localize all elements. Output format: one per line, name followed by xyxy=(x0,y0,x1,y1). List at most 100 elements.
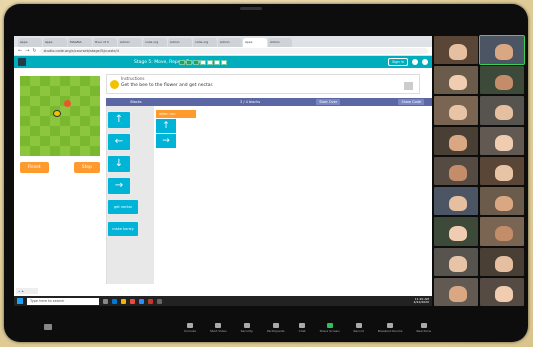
progress-dot[interactable] xyxy=(207,59,213,65)
zoom-level-control[interactable]: − + xyxy=(16,288,38,294)
progress-dots xyxy=(179,59,227,65)
maze-cell xyxy=(30,86,40,96)
address-input[interactable]: studio.code.org/s/courseb/stage/5/puzzle… xyxy=(39,48,428,54)
zoom-control-participants[interactable]: Participants xyxy=(267,323,285,333)
participant-tile[interactable] xyxy=(434,187,478,216)
maze-cell xyxy=(40,126,50,136)
get-nectar-block[interactable]: get nectar xyxy=(108,200,138,214)
participant-tile[interactable] xyxy=(480,247,524,276)
start-over-button[interactable]: Start Over xyxy=(316,99,341,105)
maze-cell xyxy=(20,146,30,156)
progress-dot[interactable] xyxy=(179,59,185,65)
when-run-block[interactable]: when run xyxy=(156,110,196,118)
participant-tile[interactable] xyxy=(434,66,478,95)
program-move-right-block[interactable]: → xyxy=(156,134,176,148)
move-down-block[interactable]: ↓ xyxy=(108,156,130,172)
clock-date: 4/22/2020 xyxy=(413,300,429,304)
back-icon[interactable]: ← xyxy=(18,48,22,54)
move-right-block[interactable]: → xyxy=(108,178,130,194)
program-move-up-block[interactable]: ↑ xyxy=(156,119,176,133)
code-workspace[interactable]: when run ↑ → xyxy=(154,106,432,284)
image-icon[interactable] xyxy=(404,82,413,90)
step-button[interactable]: Step xyxy=(73,162,100,173)
maze-cell xyxy=(80,76,90,86)
menu-icon[interactable] xyxy=(422,59,428,65)
start-menu-icon[interactable] xyxy=(17,298,23,304)
browser-tab[interactable]: Apps xyxy=(18,38,42,47)
app-icon[interactable] xyxy=(157,298,162,304)
browser-tab[interactable]: Admin xyxy=(268,38,292,47)
participant-tile[interactable] xyxy=(434,36,478,65)
maze-cell xyxy=(90,76,100,86)
browser-tab[interactable]: Admin xyxy=(118,38,142,47)
edge-icon[interactable] xyxy=(112,298,117,304)
maze-cell xyxy=(70,76,80,86)
participant-tile[interactable] xyxy=(434,217,478,246)
mute-icon[interactable] xyxy=(44,324,52,330)
participant-tile[interactable] xyxy=(434,126,478,155)
zoom-control-record[interactable]: Record xyxy=(354,323,364,333)
participant-tile[interactable] xyxy=(480,187,524,216)
browser-tab[interactable]: code.org xyxy=(143,38,167,47)
browser-tab[interactable]: Apps xyxy=(43,38,67,47)
browser-tab[interactable]: MAGMA xyxy=(68,38,92,47)
maze-cell xyxy=(80,116,90,126)
maze-cell xyxy=(20,76,30,86)
participant-tile[interactable] xyxy=(434,156,478,186)
zoom-app-icon[interactable] xyxy=(139,298,144,304)
participant-tile[interactable] xyxy=(480,217,524,246)
make-honey-block[interactable]: make honey xyxy=(108,222,138,236)
chrome-icon[interactable] xyxy=(130,298,135,304)
participant-tile[interactable] xyxy=(480,277,524,306)
reload-icon[interactable]: ↻ xyxy=(32,48,36,54)
forward-icon[interactable]: → xyxy=(25,48,29,54)
move-up-block[interactable]: ↑ xyxy=(108,112,130,128)
maze-cell xyxy=(50,96,60,106)
task-view-icon[interactable] xyxy=(103,298,108,304)
file-explorer-icon[interactable] xyxy=(121,298,126,304)
participant-face xyxy=(449,104,467,121)
participant-tile[interactable] xyxy=(434,247,478,276)
taskbar-clock[interactable]: 11:20 AM 4/22/2020 xyxy=(413,297,429,305)
progress-dot[interactable] xyxy=(200,59,206,65)
zoom-control-share-screen[interactable]: Share Screen xyxy=(320,323,340,333)
participant-tile[interactable] xyxy=(480,126,524,155)
participant-tile[interactable] xyxy=(480,66,524,95)
maze-cell xyxy=(60,76,70,86)
help-icon[interactable] xyxy=(412,59,418,65)
progress-dot[interactable] xyxy=(186,59,192,65)
taskbar-search-input[interactable]: Type here to search xyxy=(27,297,99,305)
progress-dot[interactable] xyxy=(221,59,227,65)
browser-tab[interactable]: Apps xyxy=(243,38,267,47)
office-icon[interactable] xyxy=(148,298,153,304)
participant-tile[interactable] xyxy=(480,156,524,186)
participant-tile[interactable] xyxy=(480,96,524,125)
show-code-button[interactable]: Show Code xyxy=(398,99,424,105)
zoom-control-unmute[interactable]: Unmute xyxy=(184,323,196,333)
zoom-control-reactions[interactable]: Reactions xyxy=(416,323,431,333)
instructions-title: Instructions xyxy=(121,76,145,81)
browser-tab[interactable]: Admin xyxy=(168,38,192,47)
browser-tab[interactable]: Admin xyxy=(218,38,242,47)
instructions-panel: Instructions Get the bee to the flower a… xyxy=(106,74,420,94)
zoom-control-chat[interactable]: Chat xyxy=(299,323,306,333)
maze-cell xyxy=(80,96,90,106)
zoom-control-icon xyxy=(215,323,222,328)
participant-tile[interactable] xyxy=(434,277,478,306)
code-org-logo[interactable] xyxy=(18,58,26,66)
zoom-control-label: Record xyxy=(353,329,364,333)
browser-tab[interactable]: code.org xyxy=(193,38,217,47)
sign-in-button[interactable]: Sign in xyxy=(388,58,408,66)
progress-dot[interactable] xyxy=(214,59,220,65)
participant-gallery xyxy=(434,34,525,306)
browser-tab[interactable]: Hour of C xyxy=(93,38,117,47)
progress-dot[interactable] xyxy=(193,59,199,65)
maze-cell xyxy=(20,116,30,126)
participant-tile[interactable] xyxy=(479,34,525,66)
zoom-control-security[interactable]: Security xyxy=(241,323,253,333)
zoom-control-start-video[interactable]: Start Video xyxy=(210,323,227,333)
move-left-block[interactable]: ← xyxy=(108,134,130,150)
zoom-control-breakout-rooms[interactable]: Breakout Rooms xyxy=(378,323,402,333)
reset-button[interactable]: Reset xyxy=(20,162,49,173)
participant-tile[interactable] xyxy=(434,96,478,125)
